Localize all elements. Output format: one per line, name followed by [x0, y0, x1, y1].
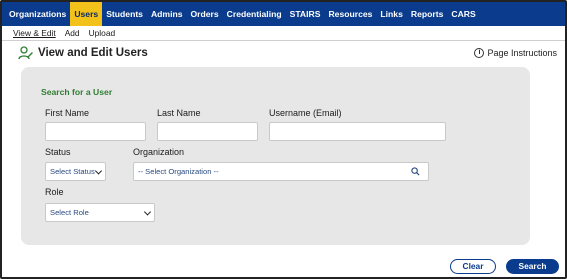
- last-name-label: Last Name: [157, 108, 201, 118]
- nav-organizations[interactable]: Organizations: [5, 2, 70, 26]
- username-label: Username (Email): [269, 108, 342, 118]
- app-window: Organizations Users Students Admins Orde…: [0, 0, 567, 279]
- status-select-value: Select Status: [50, 167, 95, 176]
- organization-search-input[interactable]: -- Select Organization --: [133, 162, 429, 181]
- nav-cars[interactable]: CARS: [447, 2, 479, 26]
- role-select-value: Select Role: [50, 208, 89, 217]
- nav-orders[interactable]: Orders: [186, 2, 222, 26]
- chevron-down-icon: [94, 166, 103, 175]
- page-header: View and Edit Users: [18, 46, 148, 60]
- page-title: View and Edit Users: [38, 47, 148, 59]
- organization-input-value: -- Select Organization --: [138, 167, 219, 176]
- user-edit-icon: [18, 46, 33, 60]
- search-icon[interactable]: [411, 167, 420, 176]
- subnav-upload[interactable]: Upload: [89, 28, 116, 38]
- nav-users[interactable]: Users: [70, 2, 103, 26]
- role-label: Role: [45, 187, 64, 197]
- status-select[interactable]: Select Status: [45, 162, 106, 181]
- first-name-field[interactable]: [45, 122, 146, 141]
- search-button[interactable]: Search: [506, 259, 559, 274]
- subnav-add[interactable]: Add: [65, 28, 80, 38]
- username-field[interactable]: [269, 122, 446, 141]
- nav-credentialing[interactable]: Credentialing: [223, 2, 286, 26]
- nav-resources[interactable]: Resources: [324, 2, 376, 26]
- search-panel: Search for a User First Name Last Name U…: [21, 67, 530, 245]
- chevron-down-icon: [143, 207, 152, 216]
- status-label: Status: [45, 147, 71, 157]
- last-name-field[interactable]: [157, 122, 258, 141]
- nav-admins[interactable]: Admins: [147, 2, 187, 26]
- nav-reports[interactable]: Reports: [407, 2, 447, 26]
- clear-button[interactable]: Clear: [450, 259, 496, 274]
- page-instructions-link[interactable]: i Page Instructions: [474, 48, 557, 58]
- subnav-view-edit[interactable]: View & Edit: [13, 28, 56, 38]
- role-select[interactable]: Select Role: [45, 203, 155, 222]
- sub-nav: View & Edit Add Upload: [2, 26, 565, 41]
- page-instructions-label: Page Instructions: [487, 48, 557, 58]
- nav-links[interactable]: Links: [376, 2, 406, 26]
- nav-stairs[interactable]: STAIRS: [286, 2, 325, 26]
- search-panel-title: Search for a User: [41, 87, 113, 97]
- top-nav: Organizations Users Students Admins Orde…: [2, 2, 565, 26]
- nav-students[interactable]: Students: [102, 2, 147, 26]
- info-icon: i: [474, 48, 485, 58]
- first-name-label: First Name: [45, 108, 90, 118]
- organization-label: Organization: [133, 147, 185, 157]
